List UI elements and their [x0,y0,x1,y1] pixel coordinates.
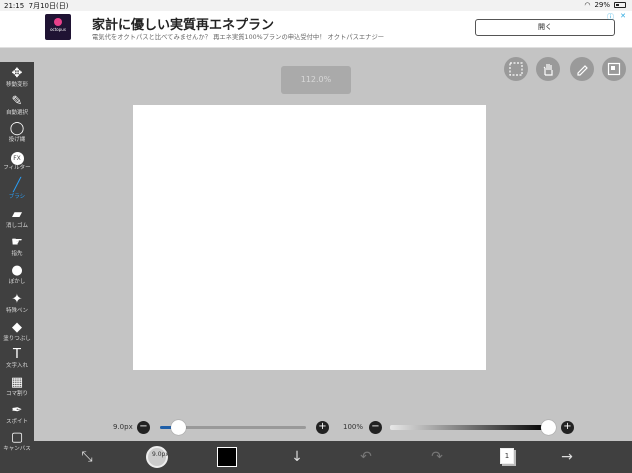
tool-lasso[interactable]: ◯ 投げ縄 [0,121,34,149]
canvas-view-button[interactable] [602,57,626,81]
special-pen-icon: ✦ [11,292,23,307]
tool-sidebar: ✥ 移動変形 ✎ 自動選択 ◯ 投げ縄 FX フィルター ╱ ブラシ ▰ 消しゴム ☛ 指先 ● ぼかし ✦ 特殊… [0,62,34,473]
brush-icon: ╱ [13,178,21,193]
tool-label: 自動選択 [5,110,28,116]
tool-blur[interactable]: ● ぼかし [0,263,34,291]
tool-frame[interactable]: ▦ コマ割り [0,375,34,403]
ad-banner[interactable]: octopus 家計に優しい実質再エネプラン 電気代をオクトパスと比べてみません… [0,11,632,48]
selection-button[interactable] [504,57,528,81]
tool-magic-wand[interactable]: ✎ 自動選択 [0,94,34,122]
tool-label: コマ割り [5,391,28,397]
ad-open-button[interactable]: 開く [475,19,615,36]
pencil-icon [577,65,588,76]
tool-special-pen[interactable]: ✦ 特殊ペン [0,292,34,320]
bottom-toolbar: ⤡ 9.0px ↓ ↶ ↷ 1 → [34,441,632,473]
bucket-icon: ◆ [12,320,22,335]
wifi-icon: ◠ [584,1,591,9]
tool-filter[interactable]: FX フィルター [0,149,34,177]
tool-brush[interactable]: ╱ ブラシ [0,178,34,206]
tool-label: 投げ縄 [8,137,26,143]
redo-icon[interactable]: ↷ [427,447,447,467]
next-icon[interactable]: → [557,447,577,467]
size-plus-button[interactable]: + [316,421,329,434]
tool-label: 特殊ペン [5,308,28,314]
slider-bar: 9.0px − + 100% − + [34,416,632,440]
brush-size-label: 9.0px [113,423,133,431]
tool-label: スポイト [5,419,28,425]
status-date: 7月10日(日) [28,2,69,10]
opacity-plus-button[interactable]: + [561,421,574,434]
tool-label: 文字入れ [5,363,28,369]
tool-label: 消しゴム [5,223,28,229]
opacity-label: 100% [343,423,364,431]
brush-size-knob[interactable] [170,420,186,435]
ad-info-icon[interactable]: ⓘ [607,12,614,22]
undo-icon[interactable]: ↶ [356,447,376,467]
opacity-slider[interactable] [390,420,556,435]
blur-drop-icon: ● [11,263,23,278]
battery-percent: 29% [594,1,610,9]
ad-title: 家計に優しい実質再エネプラン [92,18,275,33]
move-icon: ✥ [11,66,23,81]
frame-icon: ▦ [10,375,24,390]
fx-icon: FX [0,149,34,165]
layer-view-icon [607,62,621,76]
brush-size-slider[interactable] [160,420,306,435]
finger-icon: ☛ [11,235,23,250]
tool-label: ぼかし [8,279,26,285]
magic-wand-icon: ✎ [11,94,23,109]
text-icon: T [13,347,21,362]
download-icon[interactable]: ↓ [287,447,307,467]
opacity-minus-button[interactable]: − [369,421,382,434]
ad-subtitle: 電気代をオクトパスと比べてみませんか？ 再エネ実質100%プランの申込受付中！ … [92,34,385,41]
tool-label: 指先 [11,251,23,257]
eyedropper-icon: ✒ [11,403,23,418]
hand-icon [543,64,553,76]
opacity-knob[interactable] [541,420,556,435]
tool-fill[interactable]: ◆ 塗りつぶし [0,320,34,348]
canvas-icon: ▢ [10,430,24,445]
ad-logo: octopus [45,14,71,40]
eraser-icon: ▰ [12,207,22,222]
tool-eyedropper[interactable]: ✒ スポイト [0,403,34,431]
size-minus-button[interactable]: − [137,421,150,434]
tool-canvas[interactable]: ▢ キャンバス [0,430,34,458]
ad-close-icon[interactable]: ✕ [620,12,626,20]
zoom-indicator: 112.0% [281,66,351,94]
tool-text[interactable]: T 文字入れ [0,347,34,375]
tool-move[interactable]: ✥ 移動変形 [0,66,34,94]
tool-label: フィルター [3,165,31,171]
lasso-icon: ◯ [9,121,25,136]
tool-eraser[interactable]: ▰ 消しゴム [0,207,34,235]
selection-icon [509,62,523,76]
tool-label: 移動変形 [5,82,28,88]
status-bar: 21:15 7月10日(日) ◠ 29% [0,0,632,11]
battery-icon [614,2,626,8]
tool-label: ブラシ [8,194,26,200]
pen-settings-button[interactable] [570,57,594,81]
color-swatch[interactable] [217,447,237,467]
brush-preview-icon[interactable]: 9.0px [146,446,169,468]
tool-finger[interactable]: ☛ 指先 [0,235,34,263]
tool-label: 塗りつぶし [3,336,31,342]
tool-label: キャンバス [3,446,31,452]
hand-button[interactable] [536,57,560,81]
status-time: 21:15 [4,2,25,10]
layers-icon[interactable]: 1 [500,448,514,464]
drawing-canvas[interactable] [133,105,486,370]
transform-icon[interactable]: ⤡ [77,447,97,467]
